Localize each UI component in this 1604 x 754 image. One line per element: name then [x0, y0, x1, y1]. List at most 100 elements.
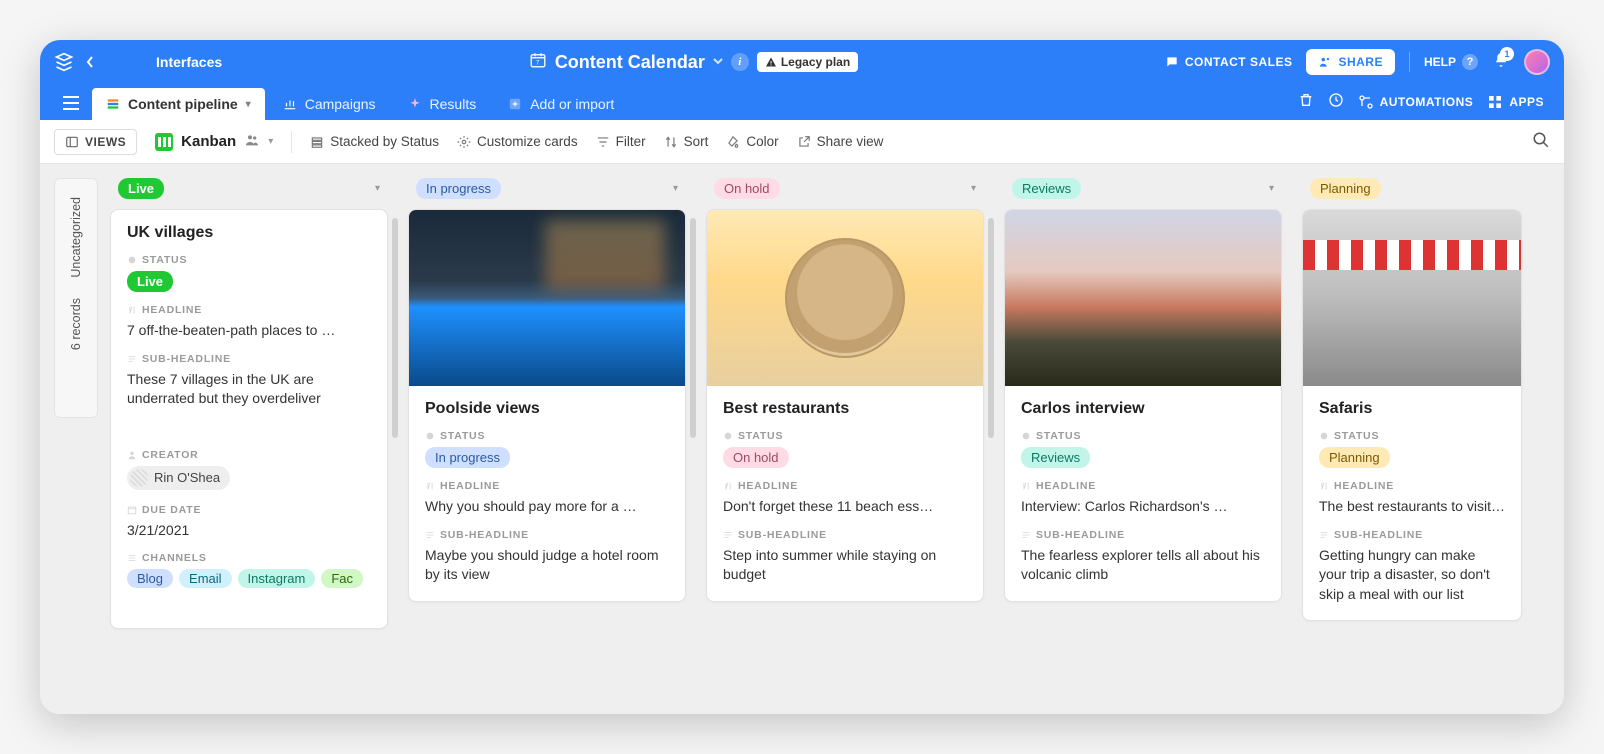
divider: [1409, 52, 1410, 72]
column-in-progress: In progress ▾ Poolside views STATUS In p…: [408, 178, 686, 714]
notifications-button[interactable]: 1: [1492, 51, 1510, 74]
plan-badge-label: Legacy plan: [781, 55, 850, 69]
history-icon[interactable]: [1328, 92, 1344, 113]
views-button[interactable]: VIEWS: [54, 129, 137, 155]
status-pill: In progress: [425, 447, 510, 468]
column-header-pill[interactable]: In progress: [416, 178, 501, 199]
top-header: Interfaces 7 Content Calendar i Legacy p…: [40, 40, 1564, 84]
card-best-restaurants[interactable]: Best restaurants STATUS On hold HEADLINE…: [706, 209, 984, 602]
stacked-by-button[interactable]: Stacked by Status: [310, 134, 439, 149]
column-header-pill[interactable]: Reviews: [1012, 178, 1081, 199]
column-on-hold: On hold ▾ Best restaurants STATUS On hol…: [706, 178, 984, 714]
status-pill: Planning: [1319, 447, 1390, 468]
tab-label: Campaigns: [305, 96, 376, 112]
base-title[interactable]: Content Calendar: [555, 52, 705, 73]
plan-badge[interactable]: Legacy plan: [757, 52, 858, 72]
field-label-subheadline: SUB-HEADLINE: [1021, 529, 1265, 541]
sparkle-icon: [408, 97, 422, 111]
info-icon[interactable]: i: [731, 53, 749, 71]
headline-text: Why you should pay more for a …: [425, 497, 669, 517]
uncategorized-stack[interactable]: Uncategorized 6 records: [54, 178, 98, 418]
card-poolside-views[interactable]: Poolside views STATUS In progress HEADLI…: [408, 209, 686, 602]
column-header-pill[interactable]: Planning: [1310, 178, 1381, 199]
sidebar-icon: [65, 135, 79, 149]
color-label: Color: [746, 134, 778, 149]
subheadline-text: Step into summer while staying on budget: [723, 546, 967, 585]
column-menu-icon[interactable]: ▾: [375, 183, 380, 194]
column-reviews: Reviews ▾ Carlos interview STATUS Review…: [1004, 178, 1282, 714]
card-title: Poolside views: [425, 400, 669, 418]
chevron-down-icon[interactable]: ▾: [246, 99, 251, 110]
headline-text: Don't forget these 11 beach ess…: [723, 497, 967, 517]
contact-sales-link[interactable]: CONTACT SALES: [1165, 55, 1293, 69]
filter-button[interactable]: Filter: [596, 134, 646, 149]
interfaces-link[interactable]: Interfaces: [156, 54, 222, 70]
card-cover-image: [707, 210, 983, 386]
channel-tag: Instagram: [238, 569, 316, 588]
field-label-headline: HEADLINE: [1319, 480, 1505, 492]
card-title: Safaris: [1319, 400, 1505, 418]
card-cover-image: [1005, 210, 1281, 386]
card-uk-villages[interactable]: UK villages STATUS Live HEADLINE 7 off-t…: [110, 209, 388, 629]
color-button[interactable]: Color: [726, 134, 778, 149]
field-label-channels: CHANNELS: [127, 552, 371, 564]
field-label-subheadline: SUB-HEADLINE: [127, 353, 371, 365]
chevron-down-icon: ▾: [268, 136, 273, 147]
tab-results[interactable]: Results: [394, 88, 491, 120]
apps-button[interactable]: APPS: [1487, 94, 1544, 110]
subheadline-text: Getting hungry can make your trip a disa…: [1319, 546, 1505, 605]
field-label-status: STATUS: [1319, 430, 1505, 442]
card-carlos-interview[interactable]: Carlos interview STATUS Reviews HEADLINE…: [1004, 209, 1282, 602]
tables-tabs-row: Content pipeline ▾ Campaigns Results Add…: [40, 84, 1564, 120]
chevron-left-icon[interactable]: [86, 56, 94, 68]
menu-icon[interactable]: [54, 86, 88, 120]
share-button[interactable]: SHARE: [1306, 49, 1395, 75]
tab-content-pipeline[interactable]: Content pipeline ▾: [92, 88, 265, 120]
field-label-status: STATUS: [723, 430, 967, 442]
card-cover-image: [1303, 210, 1521, 386]
field-label-subheadline: SUB-HEADLINE: [1319, 529, 1505, 541]
current-view[interactable]: Kanban ▾: [155, 132, 273, 151]
stacked-label: Stacked by Status: [330, 134, 439, 149]
field-label-creator: CREATOR: [127, 449, 371, 461]
field-label-subheadline: SUB-HEADLINE: [723, 529, 967, 541]
people-icon: [244, 132, 260, 151]
tab-campaigns[interactable]: Campaigns: [269, 88, 390, 120]
filter-icon: [596, 135, 610, 149]
card-safaris[interactable]: Safaris STATUS Planning HEADLINE The bes…: [1302, 209, 1522, 621]
trash-icon[interactable]: [1298, 92, 1314, 113]
tab-label: Results: [430, 96, 477, 112]
status-pill: On hold: [723, 447, 789, 468]
help-link[interactable]: HELP ?: [1424, 54, 1478, 70]
status-pill: Live: [127, 271, 173, 292]
share-view-button[interactable]: Share view: [797, 134, 884, 149]
column-menu-icon[interactable]: ▾: [971, 183, 976, 194]
automations-button[interactable]: AUTOMATIONS: [1358, 94, 1474, 110]
column-menu-icon[interactable]: ▾: [673, 183, 678, 194]
apps-icon: [1487, 94, 1503, 110]
column-live: Live ▾ UK villages STATUS Live HEADLINE: [110, 178, 388, 714]
views-label: VIEWS: [85, 135, 126, 149]
add-or-import-button[interactable]: Add or import: [494, 88, 628, 120]
customize-cards-button[interactable]: Customize cards: [457, 134, 578, 149]
app-logo-icon[interactable]: [54, 52, 74, 72]
field-label-subheadline: SUB-HEADLINE: [425, 529, 669, 541]
card-title: UK villages: [127, 224, 371, 242]
column-menu-icon[interactable]: ▾: [1269, 183, 1274, 194]
chat-icon: [1165, 55, 1179, 69]
apps-label: APPS: [1509, 95, 1544, 109]
view-toolbar: VIEWS Kanban ▾ Stacked by Status Customi…: [40, 120, 1564, 164]
card-title: Best restaurants: [723, 400, 967, 418]
column-header-pill[interactable]: Live: [118, 178, 164, 199]
records-count: 6 records: [69, 298, 83, 350]
share-label: SHARE: [1338, 55, 1383, 69]
chevron-down-icon[interactable]: [713, 53, 723, 71]
automations-label: AUTOMATIONS: [1380, 95, 1474, 109]
divider: [291, 131, 292, 153]
user-avatar[interactable]: [1524, 49, 1550, 75]
search-button[interactable]: [1532, 131, 1550, 152]
sort-button[interactable]: Sort: [664, 134, 709, 149]
customize-label: Customize cards: [477, 134, 578, 149]
channel-tag: Blog: [127, 569, 173, 588]
column-header-pill[interactable]: On hold: [714, 178, 780, 199]
